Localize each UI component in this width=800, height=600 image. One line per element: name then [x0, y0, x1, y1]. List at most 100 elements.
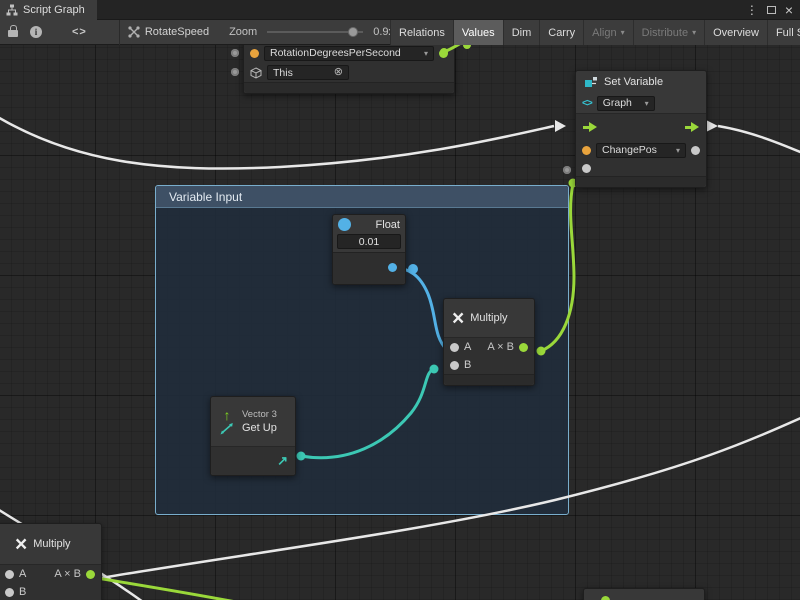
- scope-dropdown[interactable]: Graph ▾: [597, 96, 655, 111]
- input-a-label: A: [464, 341, 471, 353]
- wire-flow-in[interactable]: [0, 111, 554, 169]
- output-port[interactable]: [519, 343, 528, 352]
- wire-endpoint-dot: [537, 347, 546, 356]
- target-object-field[interactable]: This ⊗: [267, 65, 349, 80]
- wire-endpoint-dot: [297, 452, 306, 461]
- node-title: Get Up: [242, 422, 277, 434]
- variable-name-port[interactable]: [582, 146, 591, 155]
- info-icon[interactable]: i: [30, 26, 42, 38]
- node-title: Float: [376, 219, 400, 231]
- node-footer: [244, 82, 454, 93]
- flow-ports-row: [576, 114, 706, 140]
- wire-arrow-out: [706, 120, 718, 132]
- lock-icon[interactable]: [8, 30, 18, 37]
- wire-endpoint-dot: [430, 365, 439, 374]
- graph-toolbar: i <> RotateSpeed Zoom 0.9x Relations Val…: [0, 20, 800, 45]
- output-label: A × B: [487, 341, 514, 353]
- output-port[interactable]: [86, 570, 95, 579]
- toolbar-separator: [119, 20, 120, 45]
- variable-name-port[interactable]: [250, 49, 259, 58]
- float-output-port[interactable]: [388, 263, 397, 272]
- input-a-port[interactable]: [450, 343, 459, 352]
- window-close-icon[interactable]: ×: [785, 3, 793, 17]
- chevron-down-icon: ▾: [676, 146, 680, 155]
- value-output-port[interactable]: [439, 49, 448, 58]
- chevron-down-icon: ▾: [621, 28, 625, 37]
- align-button[interactable]: Align▾: [583, 20, 632, 45]
- relations-button[interactable]: Relations: [390, 20, 453, 45]
- wire-arrow-in: [555, 120, 566, 132]
- float-value-field[interactable]: 0.01: [337, 234, 401, 249]
- wire-multiply-bottom-output[interactable]: [97, 578, 252, 600]
- flow-output-port[interactable]: [685, 122, 699, 132]
- wire-getup-to-multiply-b[interactable]: [301, 369, 434, 458]
- multiply-node[interactable]: × Multiply A A × B B: [443, 298, 535, 386]
- clear-icon[interactable]: ⊗: [334, 67, 343, 78]
- gameobject-cube-icon: [250, 67, 262, 79]
- node-title: Multiply: [470, 312, 507, 324]
- zoom-slider-handle[interactable]: [348, 27, 358, 37]
- float-value: 0.01: [359, 236, 379, 248]
- multiply-node-bottom[interactable]: × Multiply A A × B B: [0, 523, 102, 600]
- fullscreen-button[interactable]: Full Scree: [767, 20, 800, 45]
- value-output-port[interactable]: [691, 146, 700, 155]
- values-button[interactable]: Values: [453, 20, 503, 45]
- output-label: A × B: [54, 568, 81, 580]
- node-title: Multiply: [33, 538, 70, 550]
- up-arrow-icon: ↑: [224, 408, 231, 422]
- node-port-section: ↗: [211, 446, 295, 475]
- input-b-label: B: [464, 359, 471, 371]
- flow-input-port[interactable]: [583, 122, 597, 132]
- distribute-button[interactable]: Distribute▾: [633, 20, 704, 45]
- input-port[interactable]: [231, 68, 239, 76]
- toolbar-buttons: Relations Values Dim Carry Align▾ Distri…: [390, 20, 800, 45]
- variable-name-dropdown[interactable]: ChangePos ▾: [596, 143, 686, 158]
- vector-output-port[interactable]: ↗: [277, 454, 288, 467]
- graph-canvas[interactable]: Variable Input RotationDegreesPerSecond: [0, 45, 800, 600]
- overview-button[interactable]: Overview: [704, 20, 767, 45]
- set-variable-node[interactable]: Set Variable <> Graph ▾ ChangePos ▾: [575, 70, 707, 188]
- variable-name: ChangePos: [602, 144, 657, 156]
- get-up-node[interactable]: ↑ Vector 3 Get Up ↗: [210, 396, 296, 476]
- wire-endpoint-dot: [408, 264, 418, 274]
- clipped-node[interactable]: [583, 588, 705, 600]
- wire-multiply-to-setvariable[interactable]: [541, 184, 574, 351]
- graph-name-label: RotateSpeed: [145, 26, 209, 38]
- input-b-port[interactable]: [450, 361, 459, 370]
- chevron-down-icon: ▾: [645, 99, 649, 108]
- code-view-icon[interactable]: <>: [72, 26, 87, 38]
- graph-asset-icon: [128, 26, 140, 38]
- get-variable-node[interactable]: RotationDegreesPerSecond ▾ This ⊗: [243, 45, 455, 94]
- output-port[interactable]: [601, 596, 610, 600]
- node-footer: [444, 374, 534, 385]
- chevron-down-icon: ▾: [692, 28, 696, 37]
- set-variable-icon: [584, 76, 598, 88]
- wire-flow-out[interactable]: [718, 126, 800, 157]
- tab-script-graph[interactable]: Script Graph: [0, 0, 97, 20]
- input-port[interactable]: [231, 49, 239, 57]
- multiply-icon: ×: [452, 308, 464, 329]
- carry-button[interactable]: Carry: [539, 20, 583, 45]
- variable-name-dropdown[interactable]: RotationDegreesPerSecond ▾: [264, 46, 434, 61]
- node-port-section: [333, 252, 405, 284]
- zoom-slider[interactable]: [267, 31, 363, 33]
- scope-icon: <>: [582, 98, 592, 109]
- input-port[interactable]: [563, 166, 571, 174]
- zoom-label: Zoom: [229, 26, 257, 38]
- node-footer: [576, 176, 706, 187]
- value-input-port[interactable]: [582, 164, 591, 173]
- float-type-icon: [338, 218, 351, 231]
- scope-label: Graph: [603, 97, 632, 109]
- dim-button[interactable]: Dim: [503, 20, 540, 45]
- wire-flow-sweep[interactable]: [0, 413, 800, 598]
- window-restore-icon[interactable]: [767, 6, 776, 14]
- node-title: Set Variable: [604, 76, 663, 88]
- input-a-port[interactable]: [5, 570, 14, 579]
- input-b-port[interactable]: [5, 588, 14, 597]
- window-titlebar: Script Graph ⋮ ×: [0, 0, 800, 20]
- node-type-label: Vector 3: [242, 409, 277, 420]
- window-menu-icon[interactable]: ⋮: [746, 4, 758, 16]
- chevron-down-icon: ▾: [424, 49, 428, 58]
- float-node[interactable]: Float 0.01: [332, 214, 406, 285]
- script-graph-icon: [6, 4, 18, 16]
